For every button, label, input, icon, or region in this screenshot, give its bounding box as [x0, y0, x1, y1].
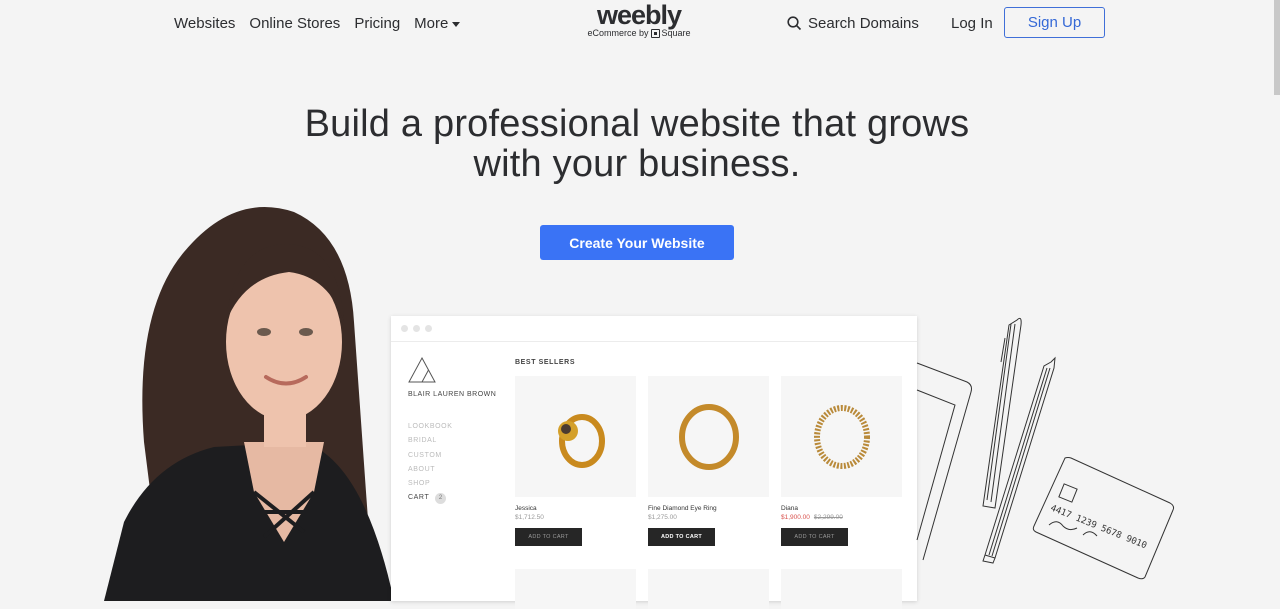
add-to-cart-button[interactable]: ADD TO CART: [515, 528, 582, 546]
product-price: $1,900.00 $2,299.00: [781, 514, 902, 521]
product-image[interactable]: [515, 376, 636, 497]
nav-websites[interactable]: Websites: [174, 15, 235, 32]
nav-links: Websites Online Stores Pricing More: [174, 15, 461, 32]
search-domains-link[interactable]: Search Domains: [787, 15, 919, 32]
logo-tagline-brand: Square: [661, 28, 691, 38]
product-name: Diana: [781, 505, 798, 512]
nav-pricing[interactable]: Pricing: [354, 15, 400, 32]
mock-nav-about[interactable]: ABOUT: [408, 463, 452, 477]
window-dot-icon: [413, 325, 420, 332]
browser-bar: [391, 316, 917, 342]
page-scrollbar[interactable]: [1274, 0, 1280, 95]
product-image[interactable]: [648, 376, 769, 497]
ring-image-icon: [678, 403, 739, 470]
sale-price: $1,900.00: [781, 514, 810, 521]
hero-headline-line2: with your business.: [473, 143, 801, 185]
signup-button[interactable]: Sign Up: [1004, 7, 1105, 38]
product-card-partial: [648, 569, 769, 609]
add-to-cart-button[interactable]: ADD TO CART: [648, 528, 715, 546]
mock-nav-shop[interactable]: SHOP: [408, 477, 452, 491]
create-website-button[interactable]: Create Your Website: [540, 225, 734, 260]
ring-image-icon: [557, 413, 605, 468]
mock-nav: LOOKBOOK BRIDAL CUSTOM ABOUT SHOP CART 2: [408, 420, 452, 506]
credit-card-outline: [1032, 457, 1175, 580]
brand-triangle-logo-icon: [408, 356, 436, 383]
product-card-partial: [515, 569, 636, 609]
mock-nav-cart[interactable]: CART 2: [408, 491, 452, 505]
product-image[interactable]: [781, 376, 902, 497]
add-to-cart-button[interactable]: ADD TO CART: [781, 528, 848, 546]
mock-nav-lookbook[interactable]: LOOKBOOK: [408, 420, 452, 434]
weebly-logo[interactable]: weebly eCommerce by Square: [584, 0, 694, 38]
desk-illustration: 4417 1239 5678 9010: [916, 317, 1175, 580]
product-price: $1,712.50: [515, 514, 544, 521]
caret-down-icon: [452, 21, 461, 27]
tablet-screen: [916, 389, 956, 541]
product-card-partial: [781, 569, 902, 609]
mock-nav-bridal[interactable]: BRIDAL: [408, 434, 452, 448]
hero-headline: Build a professional website that grows …: [0, 104, 1274, 184]
ring-image-icon: [813, 404, 870, 469]
window-dot-icon: [401, 325, 408, 332]
window-dot-icon: [425, 325, 432, 332]
pencil-outline: [984, 356, 1056, 559]
logo-wordmark: weebly: [596, 0, 682, 30]
cart-label: CART: [408, 494, 430, 502]
search-domains-label: Search Domains: [808, 15, 919, 32]
square-logo-icon: [650, 28, 660, 38]
product-card: Jessica $1,712.50 ADD TO CART: [515, 376, 636, 546]
hero-headline-line1: Build a professional website that grows: [304, 103, 970, 145]
cart-count-badge: 2: [435, 493, 447, 505]
product-card: Diana $1,900.00 $2,299.00 ADD TO CART: [781, 376, 902, 546]
website-preview-mockup: BLAIR LAUREN BROWN LOOKBOOK BRIDAL CUSTO…: [391, 316, 917, 609]
login-link[interactable]: Log In: [951, 15, 993, 32]
tablet-outline: [916, 362, 972, 561]
nav-more[interactable]: More: [414, 15, 461, 32]
top-nav: Websites Online Stores Pricing More weeb…: [0, 0, 1280, 48]
mock-nav-custom[interactable]: CUSTOM: [408, 449, 452, 463]
original-price: $2,299.00: [813, 514, 843, 521]
logo-tagline-prefix: eCommerce by: [587, 28, 649, 38]
search-icon: [787, 16, 802, 31]
product-price: $1,275.00: [648, 514, 677, 521]
product-card: Fine Diamond Eye Ring $1,275.00 ADD TO C…: [648, 376, 769, 546]
hero-person-image: [104, 207, 394, 601]
nav-online-stores[interactable]: Online Stores: [249, 15, 340, 32]
product-name: Fine Diamond Eye Ring: [648, 505, 717, 512]
logo-tagline: eCommerce by Square: [584, 28, 694, 38]
product-name: Jessica: [515, 505, 537, 512]
nav-more-label: More: [414, 15, 449, 32]
mock-brand-name: BLAIR LAUREN BROWN: [408, 391, 497, 398]
best-sellers-title: BEST SELLERS: [515, 359, 576, 366]
